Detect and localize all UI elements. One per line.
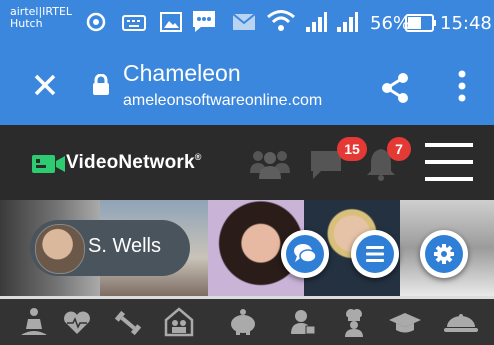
user-account-icon[interactable]: [290, 309, 316, 335]
fitness-dumbbell-icon[interactable]: [113, 309, 143, 337]
education-cap-icon[interactable]: [388, 311, 422, 335]
hamburger-icon[interactable]: [425, 143, 473, 183]
hotspot-icon: [86, 12, 106, 32]
lock-icon: [93, 74, 109, 95]
savings-piggy-icon[interactable]: [228, 309, 258, 335]
page-title[interactable]: Chameleon: [123, 60, 241, 87]
yoga-icon[interactable]: [20, 307, 48, 337]
carrier-info: airtel|IRTEL Hutch: [10, 6, 72, 30]
carrier-secondary: Hutch: [10, 17, 43, 30]
share-icon[interactable]: [381, 73, 409, 103]
wifi-icon: [267, 10, 295, 31]
video-camera-logo-icon: [32, 155, 65, 173]
chat-icon: [294, 244, 317, 263]
group-icon[interactable]: [250, 147, 290, 179]
alerts-badge: 7: [387, 137, 411, 161]
category-bar: [0, 296, 494, 345]
close-icon[interactable]: [30, 70, 60, 100]
health-heart-icon[interactable]: [63, 311, 91, 335]
chef-icon[interactable]: [340, 307, 368, 337]
brand-name: VideoNetwork: [66, 152, 195, 173]
messenger-icon: [193, 11, 215, 32]
status-bar: airtel|IRTEL Hutch 56% 15:48: [0, 0, 494, 50]
menu-icon: [366, 246, 384, 262]
gallery-icon: [160, 12, 182, 32]
url-text[interactable]: ameleonsoftwareonline.com: [123, 92, 353, 110]
chat-button[interactable]: [281, 230, 329, 278]
menu-button[interactable]: [351, 230, 399, 278]
food-dish-icon[interactable]: [443, 311, 479, 335]
browser-toolbar: Chameleon ameleonsoftwareonline.com: [0, 50, 494, 125]
family-home-icon[interactable]: [164, 307, 194, 337]
signal-icon: [306, 12, 327, 32]
battery-icon: [405, 14, 436, 32]
battery-percent: 56%: [370, 13, 411, 34]
settings-icon: [434, 244, 454, 264]
signal-icon: [337, 12, 358, 32]
keyboard-icon: [122, 15, 146, 31]
profile-chip[interactable]: S. Wells: [30, 220, 190, 276]
settings-button[interactable]: [420, 230, 468, 278]
avatar[interactable]: [35, 224, 85, 274]
more-icon[interactable]: [457, 70, 467, 102]
messages-badge: 15: [337, 137, 367, 161]
clock: 15:48: [440, 13, 492, 34]
app-header: VideoNetwork® 15 7: [0, 125, 494, 200]
profile-name[interactable]: S. Wells: [88, 235, 161, 258]
brand-logo[interactable]: VideoNetwork®: [66, 152, 202, 174]
brand-mark: ®: [194, 152, 202, 162]
mail-icon: [232, 13, 256, 30]
